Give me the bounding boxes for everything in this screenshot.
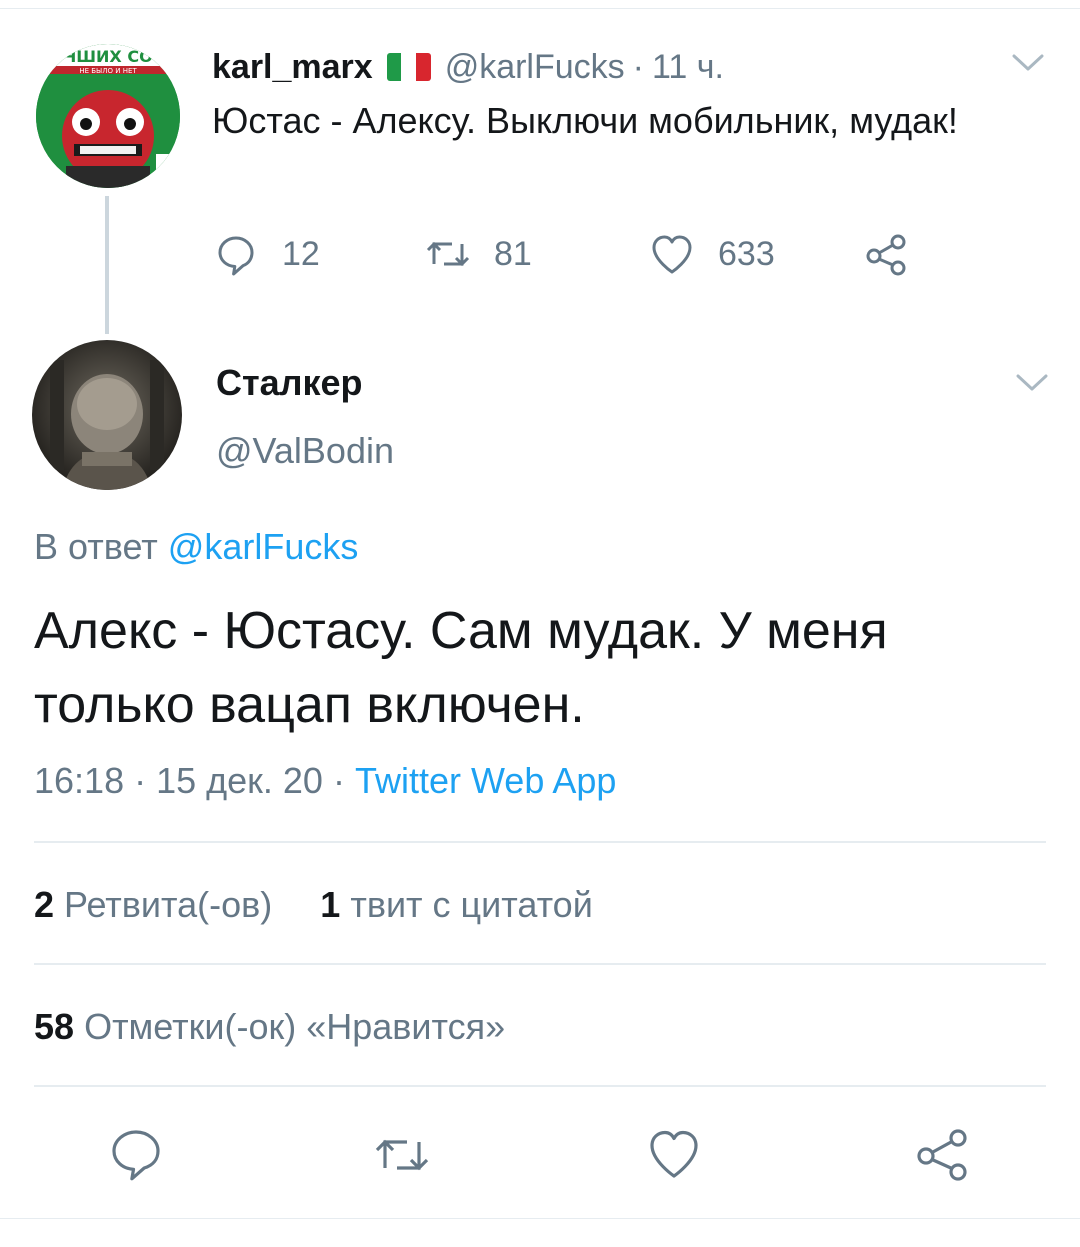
chevron-down-icon[interactable] — [1014, 370, 1050, 394]
timestamp[interactable]: 16:18 · 15 дек. 20 · — [34, 760, 355, 801]
retweet-count: 81 — [494, 234, 532, 273]
reply-context: В ответ @karlFucks — [34, 526, 358, 568]
quote-count: 1 — [320, 884, 341, 925]
reply-mention-link[interactable]: @karlFucks — [168, 526, 359, 567]
divider — [34, 1085, 1046, 1087]
retweet-count: 2 — [34, 884, 55, 925]
like-count: 58 — [34, 1006, 75, 1047]
tweet-actions: 12 81 633 — [212, 226, 932, 282]
quotes-stat[interactable]: 1 твит с цитатой — [320, 884, 593, 925]
retweet-icon[interactable] — [372, 1124, 432, 1184]
bottom-border — [0, 1218, 1080, 1219]
quote-label: твит с цитатой — [350, 884, 593, 925]
avatar-banner-text: ЧШИХ СО — [63, 47, 152, 66]
thread-line — [105, 196, 109, 334]
retweet-icon — [426, 241, 470, 267]
divider — [34, 841, 1046, 843]
like-label: Отметки(-ок) «Нравится» — [84, 1006, 506, 1047]
tweet-header: karl_marx @karlFucks · 11 ч. — [212, 44, 724, 90]
display-name[interactable]: karl_marx — [212, 48, 373, 87]
separator-dot: · — [632, 47, 644, 86]
reply-prefix: В ответ — [34, 526, 158, 567]
reply-icon[interactable] — [106, 1124, 166, 1184]
divider — [34, 963, 1046, 965]
display-name[interactable]: Сталкер — [216, 362, 363, 404]
like-button[interactable]: 633 — [648, 226, 775, 282]
tweet-text: Алекс - Юстасу. Сам мудак. У меня только… — [34, 602, 888, 734]
retweet-button[interactable]: 81 — [424, 226, 532, 282]
share-button[interactable] — [862, 226, 910, 282]
parent-tweet[interactable]: ЧШИХ СО НЕ БЫЛО И НЕТ karl_marx @karlFuc… — [0, 0, 1080, 334]
tweet-stats: 2 Ретвита(-ов) 1 твит с цитатой — [34, 884, 593, 926]
chevron-down-icon[interactable] — [1010, 50, 1046, 74]
likes-stat[interactable]: 58 Отметки(-ок) «Нравится» — [34, 1006, 505, 1048]
retweet-label: Ретвита(-ов) — [64, 884, 273, 925]
handle[interactable]: @ValBodin — [216, 430, 394, 472]
italy-flag-icon — [386, 53, 431, 81]
reply-icon — [218, 236, 254, 276]
share-icon[interactable] — [912, 1124, 972, 1184]
like-count: 633 — [718, 234, 775, 273]
avatar[interactable] — [32, 340, 182, 490]
tweet-action-bar — [0, 1124, 1080, 1184]
tweet-text: Юстас - Алексу. Выключи мобильник, мудак… — [212, 100, 958, 141]
tweet-meta: 16:18 · 15 дек. 20 · Twitter Web App — [34, 760, 616, 802]
reply-button[interactable]: 12 — [212, 226, 320, 282]
like-icon — [652, 235, 692, 274]
reply-count: 12 — [282, 234, 320, 273]
retweets-stat[interactable]: 2 Ретвита(-ов) — [34, 884, 272, 925]
source-link[interactable]: Twitter Web App — [355, 760, 616, 801]
like-icon[interactable] — [644, 1124, 704, 1184]
share-icon — [866, 234, 906, 276]
timestamp[interactable]: 11 ч. — [652, 48, 724, 87]
handle[interactable]: @karlFucks — [445, 48, 625, 87]
avatar-banner-subtext: НЕ БЫЛО И НЕТ — [79, 67, 137, 75]
avatar[interactable]: ЧШИХ СО НЕ БЫЛО И НЕТ — [36, 44, 180, 188]
